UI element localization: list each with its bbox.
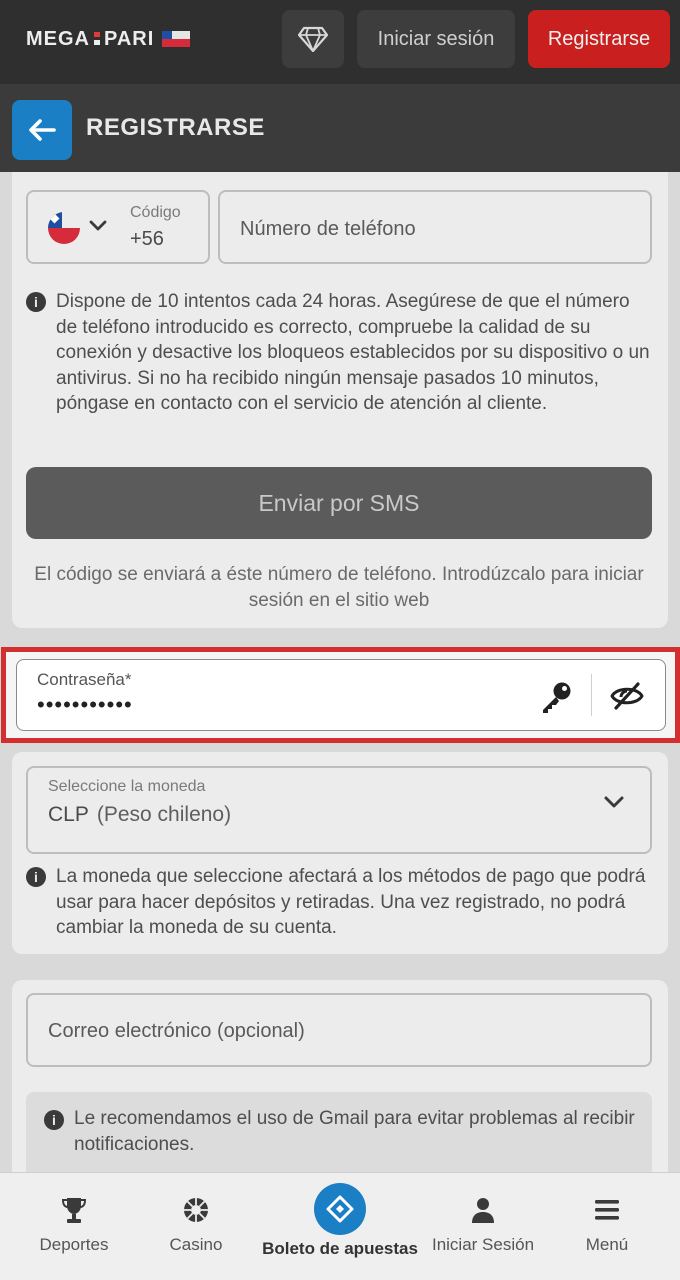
chile-flag-icon: [162, 31, 191, 47]
key-icon[interactable]: [539, 680, 573, 714]
page-title: REGISTRARSE: [86, 114, 265, 141]
gmail-tip-text: Le recomendamos el uso de Gmail para evi…: [74, 1108, 635, 1155]
phone-number-input[interactable]: Número de teléfono: [218, 190, 652, 264]
page-header: REGISTRARSE: [0, 84, 680, 172]
logo-text-mega: MEGA: [26, 27, 90, 50]
diamond-icon: [298, 26, 328, 52]
user-icon: [472, 1198, 494, 1223]
trophy-icon: [61, 1198, 87, 1223]
back-button[interactable]: [12, 100, 72, 160]
arrow-left-icon: [29, 119, 56, 141]
nav-item-bet-slip[interactable]: Boleto de apuestas: [256, 1173, 424, 1280]
nav-item-casino[interactable]: Casino: [146, 1173, 246, 1280]
code-label: Código: [130, 204, 181, 221]
info-icon: i: [26, 867, 46, 887]
nav-label-bet-slip: Boleto de apuestas: [262, 1239, 418, 1258]
info-icon: i: [44, 1110, 64, 1130]
currency-label: Seleccione la moneda: [48, 778, 206, 795]
nav-label-deportes: Deportes: [39, 1235, 109, 1254]
password-label: Contraseña*: [37, 670, 132, 689]
chevron-down-icon: [604, 796, 624, 808]
password-divider: [591, 674, 592, 716]
code-value: +56: [130, 228, 164, 250]
sms-note: El código se enviará a éste número de te…: [34, 564, 644, 611]
info-icon: i: [26, 292, 46, 312]
menu-icon: [595, 1200, 619, 1220]
roulette-icon: [184, 1198, 208, 1222]
nav-label-casino: Casino: [169, 1235, 223, 1254]
vip-diamond-button[interactable]: [282, 10, 344, 68]
email-input[interactable]: Correo electrónico (opcional): [26, 993, 652, 1067]
eye-off-icon[interactable]: [609, 680, 645, 712]
sms-attempts-info: Dispone de 10 intentos cada 24 horas. As…: [56, 291, 650, 414]
nav-item-login[interactable]: Iniciar Sesión: [424, 1173, 542, 1280]
megapari-logo[interactable]: MEGA PARI: [26, 26, 191, 52]
nav-item-menu[interactable]: Menú: [560, 1173, 654, 1280]
register-button[interactable]: Registrarse: [528, 10, 670, 68]
login-button[interactable]: Iniciar sesión: [357, 10, 515, 68]
chile-flag-icon: [48, 212, 80, 244]
country-code-selector[interactable]: Código +56: [26, 190, 210, 264]
logo-separator-icon: [94, 32, 100, 46]
nav-label-login: Iniciar Sesión: [431, 1235, 535, 1254]
send-sms-button[interactable]: Enviar por SMS: [26, 467, 652, 539]
nav-item-deportes[interactable]: Deportes: [22, 1173, 126, 1280]
top-bar: MEGA PARI Iniciar sesión Registrarse: [0, 0, 680, 84]
password-field[interactable]: Contraseña* •••••••••••: [16, 659, 666, 731]
currency-info: La moneda que seleccione afectará a los …: [56, 866, 646, 938]
nav-label-menu: Menú: [585, 1235, 629, 1254]
currency-name: (Peso chileno): [96, 803, 232, 826]
currency-select[interactable]: Seleccione la moneda CLP (Peso chileno): [26, 766, 652, 854]
logo-text-pari: PARI: [104, 27, 155, 50]
bet-slip-icon: [326, 1195, 354, 1223]
password-value: •••••••••••: [37, 692, 133, 717]
phone-placeholder: Número de teléfono: [240, 218, 416, 240]
bottom-navigation: Deportes Casino Boleto de apuestas Inici…: [0, 1172, 680, 1280]
currency-value: CLP (Peso chileno): [48, 803, 231, 827]
currency-code: CLP: [48, 803, 89, 826]
email-placeholder: Correo electrónico (opcional): [48, 1020, 305, 1042]
chevron-down-icon: [89, 220, 107, 231]
